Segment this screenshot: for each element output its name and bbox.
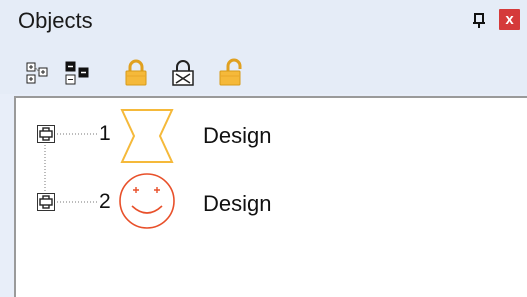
- unlock-button[interactable]: [216, 58, 246, 88]
- lock-button[interactable]: [121, 58, 151, 88]
- objects-tree[interactable]: 1 Design 2 Design: [14, 96, 527, 297]
- pin-icon: [473, 13, 485, 28]
- node-thumbnail-1[interactable]: [120, 108, 178, 169]
- close-button[interactable]: x: [499, 9, 520, 30]
- pin-button[interactable]: [468, 9, 490, 33]
- panel-title: Objects: [18, 8, 93, 33]
- panel-titlebar: Objects x: [0, 0, 527, 44]
- tree-expander-1[interactable]: [37, 125, 55, 143]
- smiley-face-icon: [119, 173, 175, 229]
- tree-expander-2[interactable]: [37, 193, 55, 211]
- lock-icon: [125, 59, 147, 86]
- plus-icon: [39, 127, 53, 141]
- node-label-2[interactable]: Design: [203, 191, 271, 217]
- objects-panel: Objects x 1 Design 2 Design: [0, 0, 527, 297]
- hourglass-icon: [120, 109, 174, 163]
- lock-delete-button[interactable]: [168, 58, 198, 88]
- node-number-1: 1: [99, 122, 111, 145]
- node-number-2: 2: [99, 190, 111, 213]
- unlock-icon: [219, 58, 242, 86]
- expand-all-icon: [26, 62, 48, 84]
- plus-icon: [39, 195, 53, 209]
- toolbar: [0, 44, 527, 94]
- expand-all-button[interactable]: [25, 58, 55, 88]
- node-thumbnail-2[interactable]: [116, 170, 178, 237]
- node-label-1[interactable]: Design: [203, 123, 271, 149]
- close-icon: x: [505, 11, 514, 28]
- collapse-all-icon: [65, 61, 89, 85]
- lock-delete-icon: [172, 60, 194, 86]
- collapse-all-button[interactable]: [64, 58, 94, 88]
